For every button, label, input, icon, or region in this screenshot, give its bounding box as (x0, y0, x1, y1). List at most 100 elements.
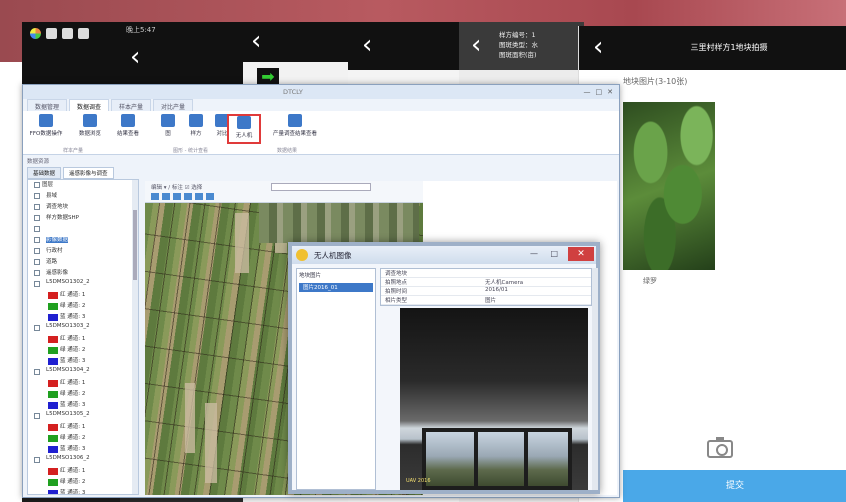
close-button[interactable]: ✕ (568, 247, 594, 261)
tree-band-row[interactable]: 红 通道: 1 (28, 422, 138, 433)
tree-band-row[interactable]: 绿 通道: 2 (28, 389, 138, 400)
minimize-icon[interactable]: — (530, 249, 538, 258)
tab-compare-yield[interactable]: 对比产量 (153, 99, 194, 111)
layer-checkbox[interactable] (34, 369, 40, 375)
result-view-button[interactable]: 结果查看 (111, 114, 145, 144)
tree-layer-row[interactable]: L5DMSO1303_2 (28, 323, 138, 334)
camera-icon[interactable] (707, 437, 733, 458)
tab-sample-yield[interactable]: 样本产量 (111, 99, 152, 111)
back-chevron-icon[interactable]: ‹ (471, 32, 481, 58)
yield-result-button[interactable]: 产量调查结果查看 (269, 114, 321, 144)
color-swatch (48, 435, 58, 442)
back-chevron-icon[interactable]: ‹ (130, 44, 140, 70)
window-controls: — □ ✕ (584, 88, 614, 96)
tree-layer-row[interactable]: 遥感影像 (28, 268, 138, 279)
close-icon[interactable]: ✕ (607, 88, 613, 96)
tree-label: 影像数据 (46, 237, 69, 243)
tree-band-row[interactable]: 绿 通道: 2 (28, 433, 138, 444)
layer-checkbox[interactable] (34, 248, 40, 254)
uav-button[interactable]: 无人机 (227, 114, 261, 144)
tree-band-row[interactable]: 红 通道: 1 (28, 334, 138, 345)
photo-thumbnail[interactable] (623, 102, 715, 270)
tree-band-row[interactable]: 红 通道: 1 (28, 290, 138, 301)
list-item-selected[interactable]: 图片2016_01 (299, 283, 373, 292)
full-extent-icon[interactable] (184, 193, 192, 200)
button-label: 产量调查结果查看 (272, 131, 317, 137)
layer-checkbox[interactable] (34, 193, 40, 199)
layer-checkbox[interactable] (34, 215, 40, 221)
tree-layer-row[interactable]: L5DMSO1306_2 (28, 455, 138, 466)
tab-remote-sensing[interactable]: 遥感影像与调查 (63, 167, 114, 179)
ffo-data-button[interactable]: FFO数据操作 (29, 114, 63, 144)
image-icon (46, 28, 57, 39)
tree-band-row[interactable]: 绿 通道: 2 (28, 345, 138, 356)
tree-band-row[interactable]: 绿 通道: 2 (28, 477, 138, 488)
layer-select[interactable] (271, 183, 371, 191)
map-tool-icons (151, 193, 214, 200)
tree-label: 蓝 通道: 3 (60, 402, 86, 408)
layer-checkbox[interactable] (34, 259, 40, 265)
tree-band-row[interactable]: 蓝 通道: 3 (28, 312, 138, 323)
zoom-out-icon[interactable] (162, 193, 170, 200)
tree-layer-row[interactable]: 影像数据 (28, 235, 138, 246)
maximize-icon[interactable]: □ (550, 249, 558, 258)
tree-band-row[interactable]: 红 通道: 1 (28, 378, 138, 389)
tree-label: 图层 (42, 182, 54, 188)
tree-layer-row[interactable]: 行政村 (28, 246, 138, 257)
tree-layer-row[interactable] (28, 224, 138, 235)
group-label: 数据结果 (277, 148, 298, 154)
maximize-icon[interactable]: □ (596, 88, 603, 96)
layer-checkbox[interactable] (34, 270, 40, 276)
map-parcel (185, 383, 195, 453)
tree-band-row[interactable]: 蓝 通道: 3 (28, 444, 138, 455)
tree-band-row[interactable]: 绿 通道: 2 (28, 301, 138, 312)
ribbon-toolbar: FFO数据操作 数据浏览 结果查看 图 样方 对比 无人机 产量调查结果查看 样… (23, 111, 619, 155)
identify-icon[interactable] (206, 193, 214, 200)
layer-checkbox[interactable] (34, 204, 40, 210)
layer-checkbox[interactable] (34, 457, 40, 463)
layer-checkbox[interactable] (34, 281, 40, 287)
tab-data-survey[interactable]: 数据调查 (69, 99, 110, 111)
tree-layer-row[interactable]: L5DMSO1304_2 (28, 367, 138, 378)
tree-layer-row[interactable]: L5DMSO1302_2 (28, 279, 138, 290)
property-value: 2016/01 (485, 287, 508, 293)
group-label: 样本产量 (63, 148, 84, 154)
status-icons (30, 28, 89, 39)
select-icon[interactable] (195, 193, 203, 200)
data-browse-button[interactable]: 数据浏览 (73, 114, 107, 144)
tree-layer-row[interactable]: 图层 (28, 180, 138, 191)
color-swatch (48, 490, 58, 494)
tree-band-row[interactable]: 红 通道: 1 (28, 466, 138, 477)
submit-button[interactable]: 提交 (623, 470, 846, 502)
tree-layer-row[interactable]: 样方数据SHP (28, 213, 138, 224)
layer-checkbox[interactable] (34, 413, 40, 419)
tree-layer-row[interactable]: 调查地块 (28, 202, 138, 213)
tree-layer-row[interactable]: 县域 (28, 191, 138, 202)
zoom-in-icon[interactable] (151, 193, 159, 200)
panel-header: 数据资源 (27, 159, 50, 165)
tree-band-row[interactable]: 蓝 通道: 3 (28, 488, 138, 494)
layer-checkbox[interactable] (34, 237, 40, 243)
layer-checkbox[interactable] (34, 182, 40, 188)
tab-basic-data[interactable]: 基础数据 (27, 167, 62, 179)
photo-section-label: 地块图片(3-10张) (623, 77, 688, 86)
tree-label: 样方数据SHP (46, 215, 79, 221)
tree-layer-row[interactable]: L5DMSO1305_2 (28, 411, 138, 422)
layer-checkbox[interactable] (34, 226, 40, 232)
back-chevron-icon[interactable]: ‹ (593, 34, 603, 60)
tab-data-manage[interactable]: 数据管理 (27, 99, 68, 111)
tree-band-row[interactable]: 蓝 通道: 3 (28, 356, 138, 367)
tree-layer-row[interactable]: 道路 (28, 257, 138, 268)
pan-icon[interactable] (173, 193, 181, 200)
minimize-icon[interactable]: — (584, 88, 591, 96)
uav-image-dialog: 无人机图像 — □ ✕ 地块图片 图片2016_01 调查地块 拍照地点 无人机… (288, 242, 600, 494)
back-chevron-icon[interactable]: ‹ (251, 28, 261, 54)
photo-stamp: UAV 2016 (406, 478, 431, 484)
tree-label: 绿 通道: 2 (60, 479, 86, 485)
layer-checkbox[interactable] (34, 325, 40, 331)
tree-band-row[interactable]: 蓝 通道: 3 (28, 400, 138, 411)
tree-label: 红 通道: 1 (60, 292, 86, 298)
dialog-scrollbar[interactable] (592, 268, 598, 490)
map-toolbar-label[interactable]: 编辑 ▾ / 标注 ☑ 选择 (151, 183, 202, 191)
back-chevron-icon[interactable]: ‹ (362, 32, 372, 58)
